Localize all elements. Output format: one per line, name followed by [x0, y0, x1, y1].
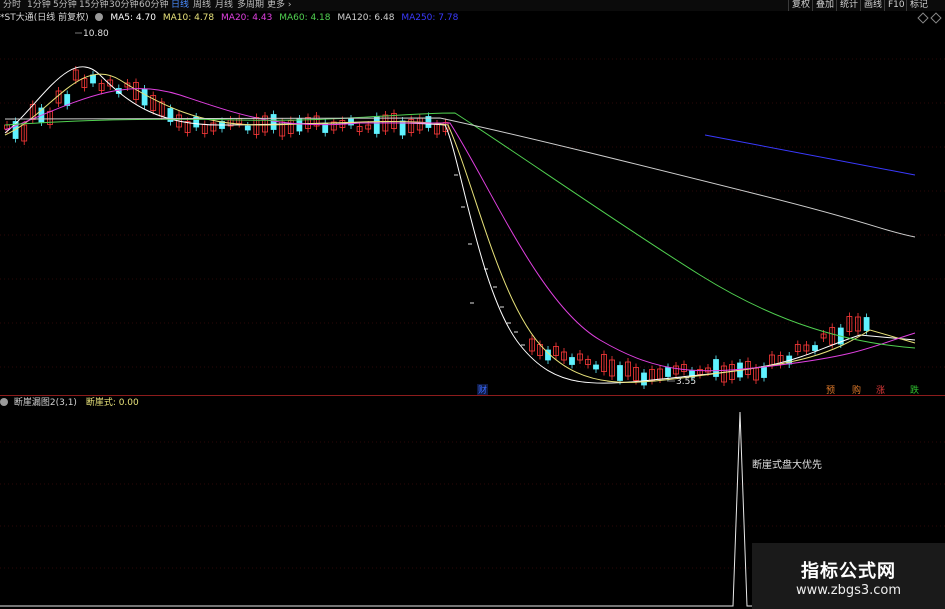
period-tab-more[interactable]: 更多 ›: [267, 0, 291, 11]
indicator-info-bar: 断崖漏图2(3,1) 断崖式: 0.00: [0, 397, 139, 410]
overlay-button[interactable]: 叠加: [812, 0, 837, 11]
f10-button[interactable]: F10: [884, 0, 908, 11]
candle-body: [593, 364, 599, 370]
candle-body: [90, 74, 96, 84]
candle-body: [141, 88, 148, 106]
indicator-annotation: 断崖式盘大优先: [752, 458, 822, 471]
candle-body: [641, 372, 647, 386]
ma5-line: [4, 66, 916, 384]
period-tab-monthly[interactable]: 月线: [215, 0, 233, 11]
stats-button[interactable]: 统计: [836, 0, 861, 11]
period-tab-60min[interactable]: 60分钟: [139, 0, 168, 11]
event-marker-yu[interactable]: 预: [826, 385, 835, 395]
period-tab-fenshi[interactable]: 分时: [3, 0, 21, 11]
candle-body: [296, 118, 303, 132]
candle-body: [569, 357, 575, 365]
event-marker-cai[interactable]: 财: [478, 384, 487, 395]
chevron-right-icon: ›: [285, 0, 292, 10]
period-tab-multi[interactable]: 多周期: [237, 0, 264, 11]
ma120-line: [4, 117, 916, 238]
candle-body: [761, 366, 767, 378]
settings-icon[interactable]: [95, 13, 104, 21]
indicator-value: 断崖式: 0.00: [85, 398, 139, 408]
ma120-label: MA120: 6.48: [337, 13, 395, 23]
ma20-line: [4, 87, 916, 372]
ma5-label: MA5: 4.70: [110, 13, 156, 23]
indicator-name: 断崖漏图2(3,1): [13, 398, 77, 408]
candle-body: [244, 125, 251, 131]
ma10-line: [4, 73, 916, 383]
ma10-label: MA10: 4.78: [162, 13, 215, 23]
ma60-label: MA60: 4.18: [279, 13, 331, 23]
period-tab-5min[interactable]: 5分钟: [53, 0, 77, 11]
more-label: 更多: [267, 0, 286, 10]
expand-diamond-icon[interactable]: [930, 12, 942, 24]
mark-button[interactable]: 标记: [906, 0, 931, 11]
stock-title: *ST大通(日线 前复权): [0, 13, 89, 23]
period-tab-weekly[interactable]: 周线: [193, 0, 211, 11]
pane-divider[interactable]: [0, 395, 945, 396]
ma60-line: [4, 112, 916, 349]
fuquan-button[interactable]: 复权: [788, 0, 813, 11]
site-watermark: 指标公式网 www.zbgs3.com: [752, 543, 945, 609]
period-tab-15min[interactable]: 15分钟: [79, 0, 108, 11]
ma250-line: [704, 134, 916, 176]
period-tab-daily[interactable]: 日线: [171, 0, 189, 11]
ma20-label: MA20: 4.43: [221, 13, 273, 23]
candlestick-chart[interactable]: 10.80 3.55 财 预 购 涨 跌: [0, 25, 945, 395]
period-tab-30min[interactable]: 30分钟: [109, 0, 138, 11]
candle-body: [373, 116, 380, 134]
ma250-label: MA250: 7.78: [401, 13, 459, 23]
candle-body: [665, 367, 671, 377]
candle-body: [812, 345, 818, 351]
event-marker-die[interactable]: 跌: [910, 385, 919, 395]
high-price-label: 10.80: [83, 29, 109, 39]
candle-body: [270, 114, 277, 130]
event-marker-zhang[interactable]: 涨: [876, 385, 885, 395]
watermark-title: 指标公式网: [801, 561, 896, 582]
indicator-settings-icon[interactable]: [0, 398, 8, 406]
candle-body: [617, 365, 623, 381]
event-marker-gou[interactable]: 购: [852, 384, 861, 395]
main-info-bar: *ST大通(日线 前复权) MA5: 4.70 MA10: 4.78 MA20:…: [0, 12, 920, 25]
draw-button[interactable]: 画线: [860, 0, 885, 11]
watermark-url: www.zbgs3.com: [795, 583, 902, 598]
candle-body: [863, 317, 870, 331]
period-tab-1min[interactable]: 1分钟: [27, 0, 51, 11]
low-price-label: 3.55: [676, 377, 696, 387]
